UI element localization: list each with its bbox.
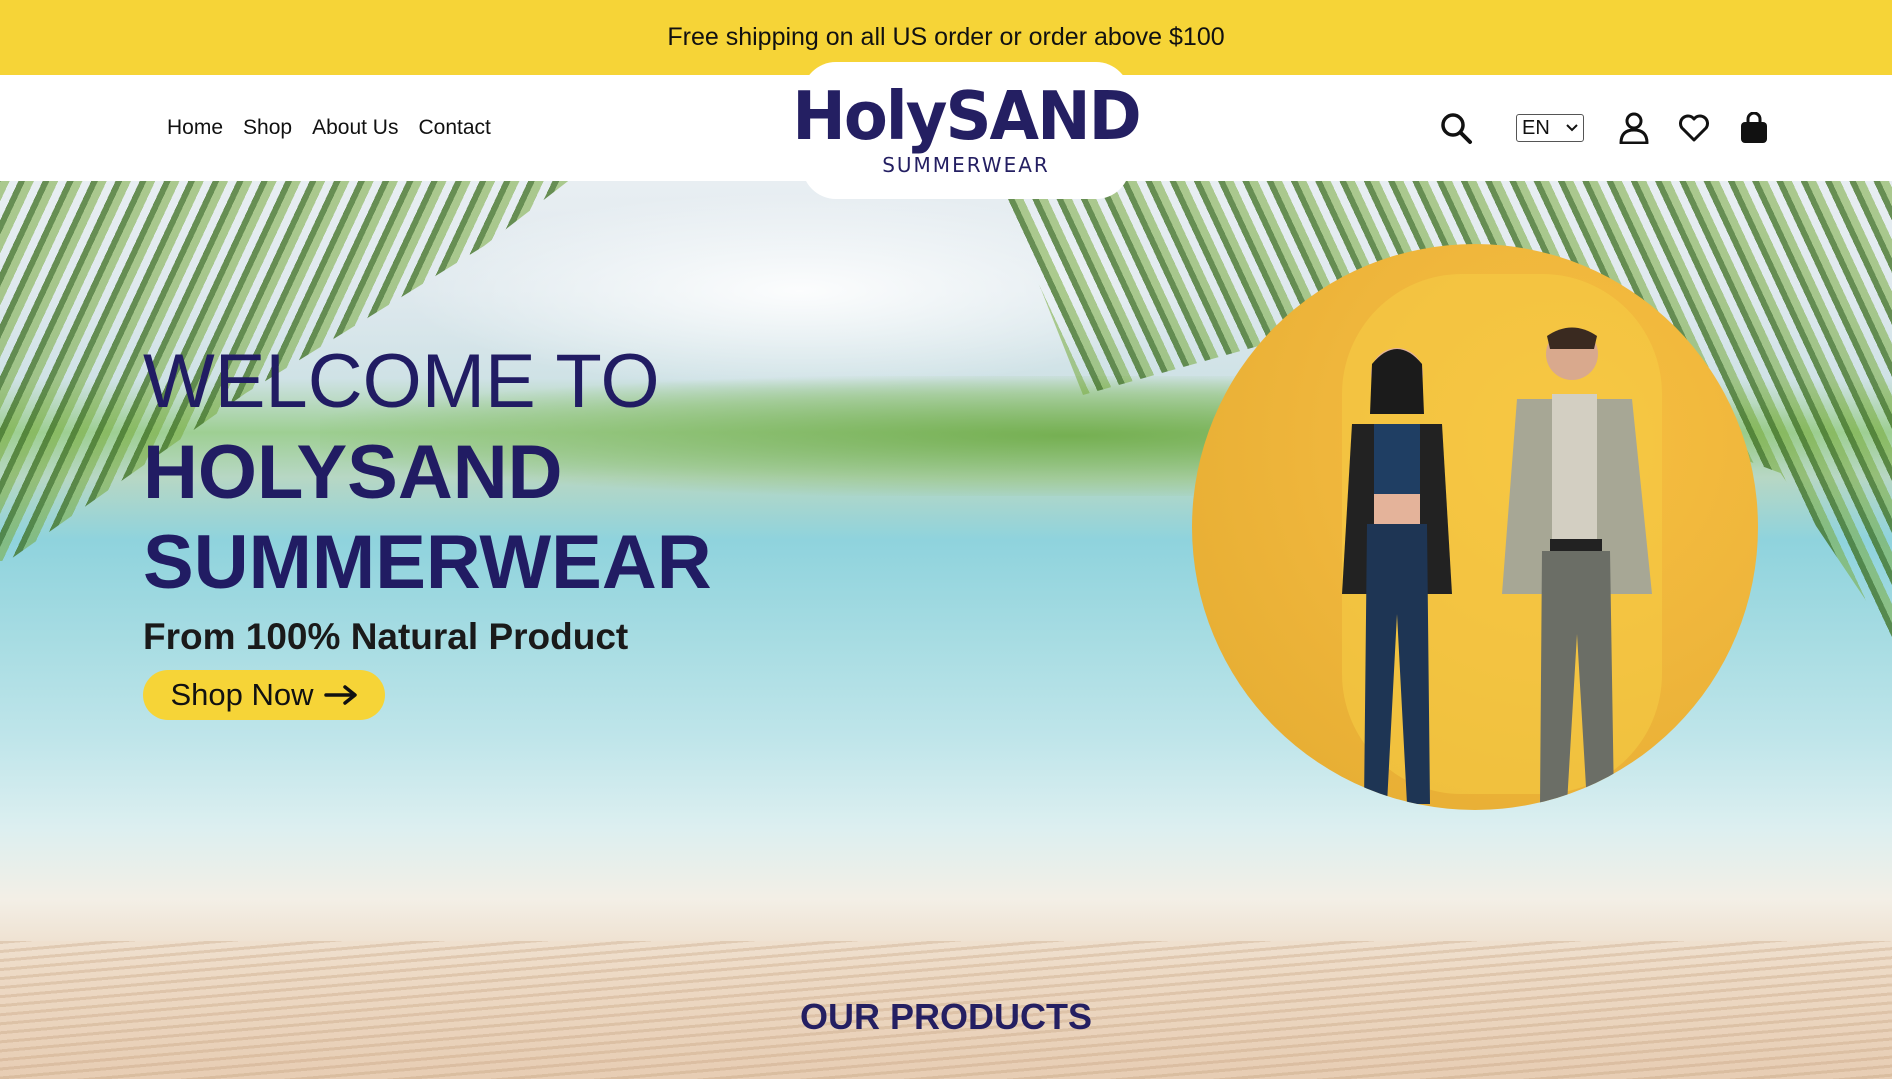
hero-welcome: WELCOME TO	[143, 339, 660, 424]
shop-now-label: Shop Now	[170, 677, 314, 712]
our-products-heading: OUR PRODUCTS	[799, 996, 1092, 1037]
hero-brand-sub: SUMMERWEAR	[143, 520, 712, 605]
hero-heading: WELCOME TO HOLYSAND SUMMERWEAR From 100%…	[143, 336, 712, 658]
promo-text: Free shipping on all US order or order a…	[667, 23, 1225, 51]
nav-home[interactable]: Home	[167, 116, 223, 140]
nav-contact[interactable]: Contact	[418, 116, 490, 140]
search-icon[interactable]	[1436, 108, 1476, 148]
brand-logo[interactable]: HolySAND SUMMERWEAR	[792, 62, 1142, 199]
header-actions: EN	[1436, 75, 1774, 181]
arrow-right-icon	[323, 685, 357, 705]
hero-model-image	[1192, 244, 1758, 810]
user-icon[interactable]	[1614, 108, 1654, 148]
hero-banner: WELCOME TO HOLYSAND SUMMERWEAR From 100%…	[0, 181, 1892, 1079]
hero-brand: HOLYSAND	[143, 430, 563, 515]
language-select[interactable]: EN	[1516, 114, 1584, 142]
chevron-down-icon	[1566, 124, 1578, 132]
nav-about-us[interactable]: About Us	[312, 116, 398, 140]
logo-subtitle: SUMMERWEAR	[882, 152, 1050, 177]
model-woman-figure	[1342, 348, 1452, 804]
language-value: EN	[1522, 116, 1550, 139]
main-nav: Home Shop About Us Contact	[167, 75, 491, 181]
shop-now-button[interactable]: Shop Now	[143, 670, 385, 720]
model-man-figure	[1502, 327, 1652, 804]
hero-tagline: From 100% Natural Product	[143, 616, 629, 657]
logo-wordmark: HolySAND	[792, 77, 1141, 156]
shopping-bag-icon[interactable]	[1734, 108, 1774, 148]
heart-icon[interactable]	[1674, 108, 1714, 148]
nav-shop[interactable]: Shop	[243, 116, 292, 140]
